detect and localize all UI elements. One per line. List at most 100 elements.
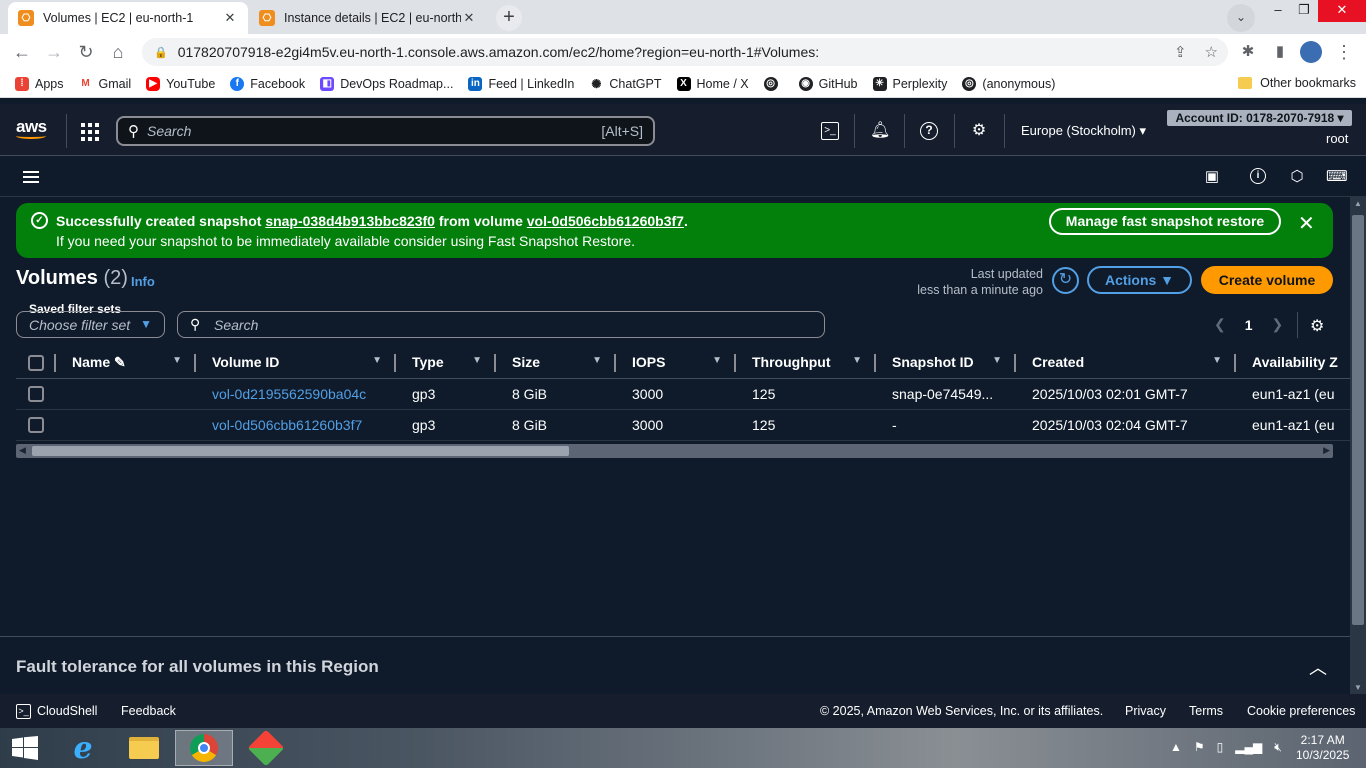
- extensions-icon[interactable]: ✱: [1236, 40, 1260, 64]
- back-icon[interactable]: ←: [10, 40, 34, 64]
- chrome-taskbar-icon[interactable]: [175, 730, 233, 766]
- window-close-button[interactable]: ✕: [1318, 0, 1366, 22]
- services-grid-icon[interactable]: [81, 123, 99, 141]
- bookmark-github[interactable]: ◉ GitHub: [798, 76, 858, 91]
- tab-close-icon[interactable]: ✕: [222, 10, 238, 26]
- table-row[interactable]: vol-0d506cbb61260b3f7 gp3 8 GiB 3000 125…: [16, 409, 1350, 441]
- scroll-left-icon[interactable]: ◀: [19, 445, 26, 456]
- system-clock[interactable]: 2:17 AM 10/3/2025: [1296, 733, 1349, 763]
- feedback-link[interactable]: Feedback: [121, 704, 176, 718]
- bookmark-anonymous[interactable]: ◎ (anonymous): [962, 76, 1055, 91]
- share-icon[interactable]: ⇪: [1174, 43, 1187, 61]
- show-hidden-icons-icon[interactable]: ▲: [1170, 740, 1182, 755]
- column-header-name[interactable]: Name ✎ ▼: [56, 347, 196, 379]
- scroll-right-icon[interactable]: ▶: [1323, 445, 1330, 456]
- chevron-up-icon[interactable]: ︿: [1309, 654, 1327, 680]
- gear-icon[interactable]: ⚙: [970, 122, 988, 140]
- restore-button[interactable]: ❐: [1290, 0, 1318, 22]
- current-page[interactable]: 1: [1245, 317, 1253, 333]
- bookmark-apps[interactable]: ⁞ Apps: [15, 76, 64, 91]
- browser-menu-icon[interactable]: ⋮: [1332, 40, 1356, 64]
- sort-icon[interactable]: ▼: [992, 355, 1002, 366]
- create-volume-button[interactable]: Create volume: [1201, 266, 1333, 294]
- bookmark-globe[interactable]: ◎: [763, 76, 784, 91]
- sort-icon[interactable]: ▼: [852, 355, 862, 366]
- device-icon[interactable]: ▯: [1217, 740, 1224, 755]
- volume-id-link[interactable]: vol-0d506cbb61260b3f7: [212, 417, 362, 433]
- flag-icon[interactable]: ⚑: [1194, 740, 1205, 755]
- start-button[interactable]: [0, 730, 50, 766]
- bell-icon[interactable]: 🔔︎: [870, 122, 890, 140]
- forward-icon[interactable]: →: [42, 40, 66, 64]
- next-page-icon[interactable]: ❯: [1272, 316, 1284, 333]
- column-header-volume-id[interactable]: Volume ID ▼: [196, 347, 396, 379]
- close-icon[interactable]: ✕: [1298, 211, 1315, 236]
- fault-tolerance-panel[interactable]: Fault tolerance for all volumes in this …: [0, 636, 1350, 694]
- horizontal-scrollbar[interactable]: ◀ ▶: [16, 444, 1333, 458]
- file-explorer-icon[interactable]: [115, 730, 173, 766]
- cloudshell-link[interactable]: >_ CloudShell: [16, 704, 97, 720]
- column-header-availability-zone[interactable]: Availability Z: [1236, 347, 1350, 379]
- actions-button[interactable]: Actions ▼: [1087, 266, 1192, 294]
- scrollbar-thumb[interactable]: [32, 446, 569, 456]
- address-bar[interactable]: 🔒 017820707918-e2gi4m5v.eu-north-1.conso…: [142, 38, 1228, 66]
- column-header-size[interactable]: Size ▼: [496, 347, 616, 379]
- profile-avatar[interactable]: [1300, 41, 1322, 63]
- side-panel-icon[interactable]: ▮: [1268, 40, 1292, 64]
- bookmark-linkedin[interactable]: in Feed | LinkedIn: [468, 76, 574, 91]
- column-header-created[interactable]: Created ▼: [1016, 347, 1236, 379]
- info-link[interactable]: Info: [131, 274, 155, 289]
- cookie-preferences-link[interactable]: Cookie preferences: [1247, 704, 1355, 718]
- bookmark-devops[interactable]: ◧ DevOps Roadmap...: [320, 76, 453, 91]
- minimize-button[interactable]: –: [1264, 0, 1292, 22]
- select-all-checkbox[interactable]: [28, 354, 44, 371]
- sort-icon[interactable]: ▼: [592, 355, 602, 366]
- sort-icon[interactable]: ▼: [1212, 355, 1222, 366]
- bookmark-perplexity[interactable]: ✳ Perplexity: [872, 76, 947, 91]
- volume-id-link[interactable]: vol-0d2195562590ba04c: [212, 386, 366, 402]
- column-header-type[interactable]: Type ▼: [396, 347, 496, 379]
- help-icon[interactable]: ?: [920, 122, 938, 140]
- sort-icon[interactable]: ▼: [712, 355, 722, 366]
- sort-icon[interactable]: ▼: [372, 355, 382, 366]
- reload-icon[interactable]: ↻: [74, 40, 98, 64]
- column-header-throughput[interactable]: Throughput ▼: [736, 347, 876, 379]
- aws-logo[interactable]: aws: [16, 117, 47, 139]
- tab-close-icon[interactable]: ✕: [461, 10, 477, 26]
- scroll-up-icon[interactable]: ▲: [1354, 199, 1362, 208]
- panel-icon[interactable]: ▣: [1203, 168, 1221, 186]
- new-tab-button[interactable]: +: [496, 5, 522, 31]
- internet-explorer-icon[interactable]: e: [54, 730, 112, 766]
- sort-icon[interactable]: ▼: [172, 355, 182, 366]
- volume-muted-icon[interactable]: 🔇︎: [1274, 740, 1282, 755]
- cloudshell-icon[interactable]: >_: [821, 122, 839, 140]
- prev-page-icon[interactable]: ❮: [1214, 316, 1226, 333]
- column-header-snapshot-id[interactable]: Snapshot ID ▼: [876, 347, 1016, 379]
- feedback-screen-icon[interactable]: ⌨: [1326, 168, 1348, 186]
- account-id-badge[interactable]: Account ID: 0178-2070-7918 ▾: [1167, 110, 1352, 126]
- scroll-down-icon[interactable]: ▼: [1354, 683, 1362, 692]
- filter-set-select[interactable]: Choose filter set ▼: [16, 311, 165, 338]
- table-preferences-gear-icon[interactable]: ⚙: [1310, 316, 1324, 336]
- volume-link[interactable]: vol-0d506cbb61260b3f7: [527, 213, 684, 229]
- vertical-scrollbar[interactable]: ▲ ▼: [1350, 197, 1366, 694]
- tab-instance-details[interactable]: ⎔ Instance details | EC2 | eu-north- ✕: [249, 2, 487, 34]
- snapshot-link[interactable]: snap-038d4b913bbc823f0: [265, 213, 435, 229]
- row-checkbox[interactable]: [28, 386, 44, 403]
- table-row[interactable]: vol-0d2195562590ba04c gp3 8 GiB 3000 125…: [16, 378, 1350, 410]
- refresh-button[interactable]: ↻: [1052, 267, 1079, 294]
- column-header-iops[interactable]: IOPS ▼: [616, 347, 736, 379]
- privacy-link[interactable]: Privacy: [1125, 704, 1166, 718]
- table-search-input[interactable]: ⚲ Search: [177, 311, 825, 338]
- bookmark-chatgpt[interactable]: ✺ ChatGPT: [589, 76, 662, 91]
- tab-volumes[interactable]: ⎔ Volumes | EC2 | eu-north-1 ✕: [8, 2, 248, 34]
- bookmark-youtube[interactable]: ▶ YouTube: [146, 76, 215, 91]
- info-icon[interactable]: i: [1250, 168, 1266, 184]
- user-menu[interactable]: root: [1326, 131, 1348, 146]
- region-selector[interactable]: Europe (Stockholm) ▾: [1021, 123, 1146, 139]
- bookmark-star-icon[interactable]: ☆: [1205, 43, 1218, 61]
- terms-link[interactable]: Terms: [1189, 704, 1223, 718]
- bookmark-gmail[interactable]: M Gmail: [78, 76, 131, 91]
- tab-search-button[interactable]: ⌄: [1227, 4, 1255, 32]
- bookmark-x[interactable]: X Home / X: [676, 76, 749, 91]
